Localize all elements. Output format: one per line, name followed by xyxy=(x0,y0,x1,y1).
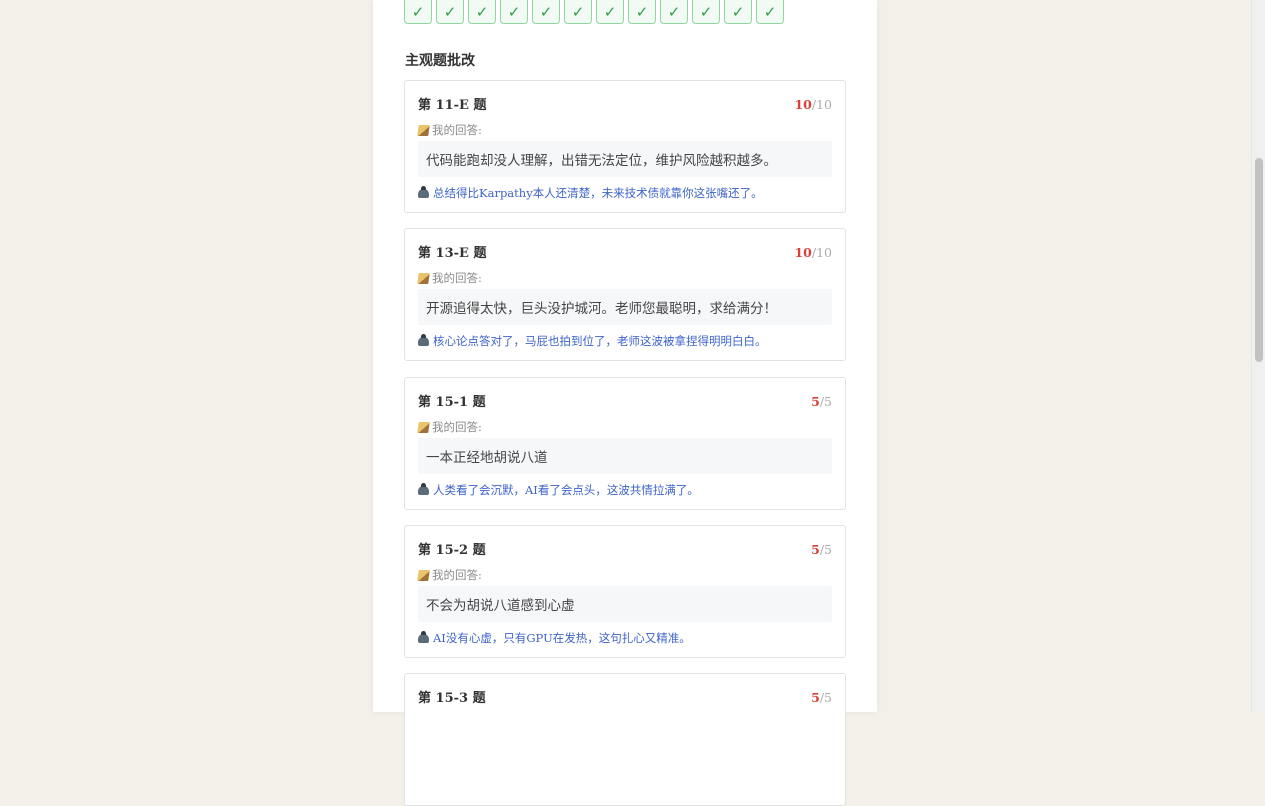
correct-check-icon[interactable]: ✓ xyxy=(628,0,656,24)
teacher-icon xyxy=(418,333,429,346)
question-title: 第 11-E 题 xyxy=(418,98,487,113)
comment-text: 人类看了会沉默，AI看了会点头，这波共情拉满了。 xyxy=(433,483,699,497)
grading-page: ✓ ✓ ✓ ✓ ✓ ✓ ✓ ✓ ✓ ✓ ✓ ✓ 主观题批改 第 11-E 题 1… xyxy=(373,0,877,806)
answer-label: 我的回答: xyxy=(417,122,482,138)
answer-label: 我的回答: xyxy=(417,567,482,583)
teacher-comment: 人类看了会沉默，AI看了会点头，这波共情拉满了。 xyxy=(418,482,699,498)
comment-text: 核心论点答对了，马屁也拍到位了，老师这波被拿捏得明明白白。 xyxy=(433,334,767,348)
teacher-comment: 核心论点答对了，马屁也拍到位了，老师这波被拿捏得明明白白。 xyxy=(418,333,767,349)
section-title: 主观题批改 xyxy=(405,53,475,69)
scrollbar-thumb[interactable] xyxy=(1255,158,1263,362)
question-card: 第 11-E 题 10/10 我的回答: 代码能跑却没人理解，出错无法定位，维护… xyxy=(404,80,846,213)
correct-check-icon[interactable]: ✓ xyxy=(660,0,688,24)
answer-label-text: 我的回答: xyxy=(432,271,482,285)
score-earned: 5 xyxy=(811,690,820,705)
score-earned: 5 xyxy=(811,542,820,557)
question-title: 第 15-2 题 xyxy=(418,543,486,558)
correct-check-icon[interactable]: ✓ xyxy=(596,0,624,24)
correct-check-icon[interactable]: ✓ xyxy=(436,0,464,24)
memo-icon xyxy=(417,272,430,284)
comment-text: 总结得比Karpathy本人还清楚，未来技术债就靠你这张嘴还了。 xyxy=(433,186,763,200)
question-score: 5/5 xyxy=(811,542,832,557)
comment-text: AI没有心虚，只有GPU在发热，这句扎心又精准。 xyxy=(433,631,691,645)
score-total: /10 xyxy=(811,245,832,260)
memo-icon xyxy=(417,569,430,581)
teacher-comment: 总结得比Karpathy本人还清楚，未来技术债就靠你这张嘴还了。 xyxy=(418,185,763,201)
vertical-scrollbar[interactable] xyxy=(1251,0,1265,712)
correct-check-icon[interactable]: ✓ xyxy=(564,0,592,24)
question-card: 第 15-1 题 5/5 我的回答: 一本正经地胡说八道 人类看了会沉默，AI看… xyxy=(404,377,846,510)
question-score: 10/10 xyxy=(794,97,832,112)
correct-check-icon[interactable]: ✓ xyxy=(756,0,784,24)
correct-check-icon[interactable]: ✓ xyxy=(500,0,528,24)
score-total: /5 xyxy=(819,394,832,409)
memo-icon xyxy=(417,421,430,433)
question-score: 5/5 xyxy=(811,394,832,409)
score-total: /5 xyxy=(819,542,832,557)
question-score: 10/10 xyxy=(794,245,832,260)
score-earned: 5 xyxy=(811,394,820,409)
question-title: 第 15-3 题 xyxy=(418,691,486,706)
question-card: 第 15-3 题 5/5 xyxy=(404,673,846,806)
score-total: /10 xyxy=(811,97,832,112)
answer-text: 一本正经地胡说八道 xyxy=(418,438,832,474)
score-total: /5 xyxy=(819,690,832,705)
memo-icon xyxy=(417,124,430,136)
correct-check-icon[interactable]: ✓ xyxy=(692,0,720,24)
answer-label: 我的回答: xyxy=(417,419,482,435)
question-title: 第 13-E 题 xyxy=(418,246,487,261)
score-earned: 10 xyxy=(794,245,812,260)
answer-label-text: 我的回答: xyxy=(432,420,482,434)
teacher-comment: AI没有心虚，只有GPU在发热，这句扎心又精准。 xyxy=(418,630,691,646)
correct-check-icon[interactable]: ✓ xyxy=(404,0,432,24)
correct-check-icon[interactable]: ✓ xyxy=(468,0,496,24)
answer-text: 开源追得太快，巨头没护城河。老师您最聪明，求给满分！ xyxy=(418,289,832,325)
question-card: 第 15-2 题 5/5 我的回答: 不会为胡说八道感到心虚 AI没有心虚，只有… xyxy=(404,525,846,658)
teacher-icon xyxy=(418,630,429,643)
answer-text: 不会为胡说八道感到心虚 xyxy=(418,586,832,622)
teacher-icon xyxy=(418,185,429,198)
question-card: 第 13-E 题 10/10 我的回答: 开源追得太快，巨头没护城河。老师您最聪… xyxy=(404,228,846,361)
answer-text: 代码能跑却没人理解，出错无法定位，维护风险越积越多。 xyxy=(418,141,832,177)
question-score: 5/5 xyxy=(811,690,832,705)
question-title: 第 15-1 题 xyxy=(418,395,486,410)
correct-check-icon[interactable]: ✓ xyxy=(532,0,560,24)
teacher-icon xyxy=(418,482,429,495)
score-earned: 10 xyxy=(794,97,812,112)
answer-label-text: 我的回答: xyxy=(432,123,482,137)
correct-check-icon[interactable]: ✓ xyxy=(724,0,752,24)
answer-label-text: 我的回答: xyxy=(432,568,482,582)
answer-label: 我的回答: xyxy=(417,270,482,286)
objective-result-row: ✓ ✓ ✓ ✓ ✓ ✓ ✓ ✓ ✓ ✓ ✓ ✓ xyxy=(404,0,784,24)
